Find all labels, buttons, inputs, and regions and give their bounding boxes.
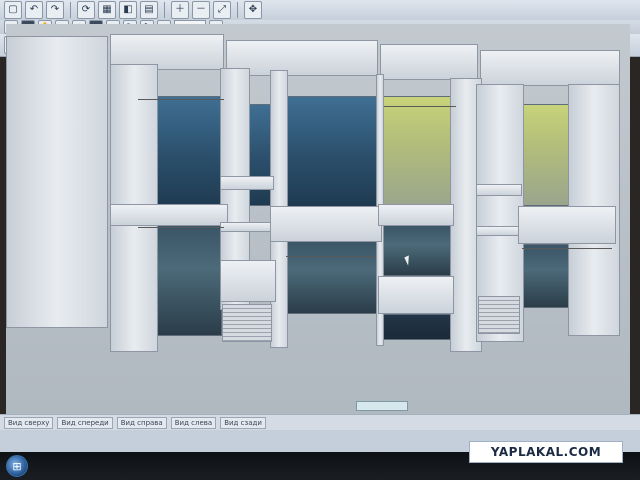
dimension-line [522, 248, 612, 249]
wallpaper-panel [156, 224, 222, 336]
wallpaper-panel [286, 96, 378, 208]
start-orb-icon[interactable]: ⊞ [6, 455, 28, 477]
layers-icon[interactable]: ◧ [119, 1, 137, 19]
rotate-icon[interactable]: ⟳ [77, 1, 95, 19]
shelf [518, 206, 616, 244]
print-icon[interactable]: ▤ [140, 1, 158, 19]
wallpaper-panel [381, 314, 453, 340]
tab-left-view[interactable]: Вид слева [170, 417, 217, 429]
dimension-line [286, 256, 376, 257]
drawer [478, 296, 520, 334]
shelf [220, 176, 274, 190]
wallpaper-panel [381, 224, 453, 276]
toolbar-separator [164, 2, 165, 18]
shelf [220, 222, 274, 232]
select-icon[interactable]: ▢ [4, 1, 22, 19]
main-toolbar: ▢ ↶ ↷ ⟳ ▦ ◧ ▤ ＋ － ⤢ ✥ [0, 0, 640, 21]
tab-back-view[interactable]: Вид сзади [220, 417, 266, 429]
wallpaper-panel [156, 96, 222, 208]
shelf [476, 184, 522, 196]
shelf [270, 206, 382, 242]
top-shelf [380, 44, 478, 80]
wallpaper-panel [381, 96, 453, 208]
grid-icon[interactable]: ▦ [98, 1, 116, 19]
pan-icon[interactable]: ✥ [244, 1, 262, 19]
shelf [476, 226, 522, 236]
undo-icon[interactable]: ↶ [25, 1, 43, 19]
zoom-in-icon[interactable]: ＋ [171, 1, 189, 19]
redo-icon[interactable]: ↷ [46, 1, 64, 19]
shelf [220, 260, 276, 302]
side-panel [6, 36, 108, 328]
dimension-line [138, 99, 224, 100]
toolbar-separator [237, 2, 238, 18]
application-window: ▢ ↶ ↷ ⟳ ▦ ◧ ▤ ＋ － ⤢ ✥ ↖ ▣ ✋ ∪ ◉ ▩ ◔ ↻ ⚑ … [0, 0, 640, 480]
3d-viewport[interactable] [6, 24, 630, 414]
wallpaper-panel [286, 240, 378, 314]
shelf [378, 276, 454, 314]
zoom-out-icon[interactable]: － [192, 1, 210, 19]
top-shelf [480, 50, 620, 86]
toolbar-separator [70, 2, 71, 18]
wallpaper-panel [522, 244, 570, 308]
drawer [222, 304, 272, 342]
shelf [110, 204, 228, 226]
watermark: YAPLAKAL.COM [469, 441, 623, 463]
horizontal-scrollbar[interactable] [356, 401, 408, 411]
wallpaper-panel [520, 104, 572, 206]
tab-top-view[interactable]: Вид сверху [4, 417, 54, 429]
fit-icon[interactable]: ⤢ [213, 1, 231, 19]
tab-right-view[interactable]: Вид справа [116, 417, 167, 429]
view-tabs: Вид сверху Вид спереди Вид справа Вид сл… [0, 414, 640, 431]
tab-front-view[interactable]: Вид спереди [57, 417, 113, 429]
dimension-line [138, 227, 224, 228]
dimension-line [384, 106, 456, 107]
shelf [378, 204, 454, 226]
